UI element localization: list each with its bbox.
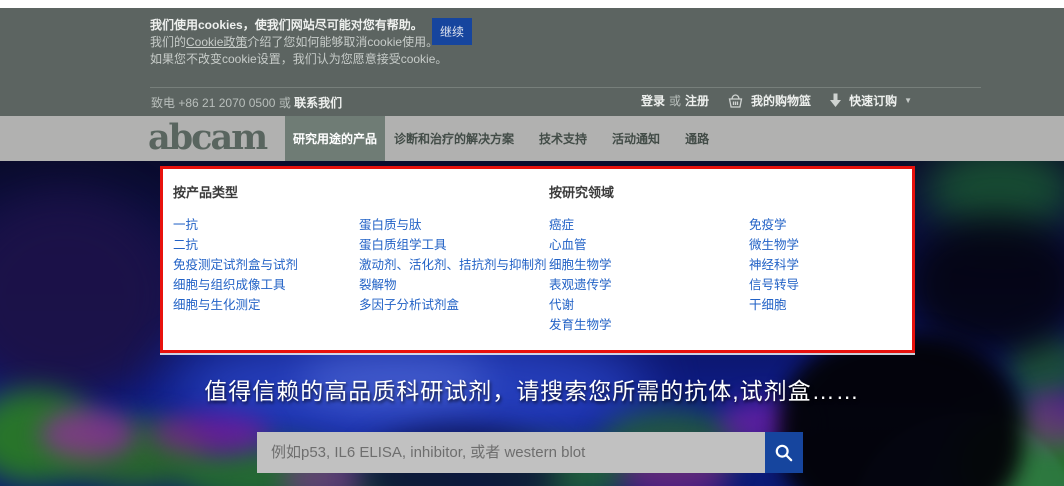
research-links-column-2: 免疫学 微生物学 神经科学 信号转导 干细胞 — [749, 215, 799, 315]
menu-link-developmental-biology[interactable]: 发育生物学 — [549, 315, 612, 335]
bg-blob — [40, 409, 135, 459]
login-link[interactable]: 登录 — [641, 92, 665, 109]
abcam-logo[interactable]: abcam — [148, 116, 266, 161]
register-link[interactable]: 注册 — [685, 92, 709, 109]
cookie-line-1: 我们使用cookies，使我们网站尽可能对您有帮助。 — [150, 17, 447, 34]
my-basket-link[interactable]: 我的购物篮 — [751, 92, 811, 109]
contact-us-link[interactable]: 联系我们 — [294, 96, 342, 110]
products-mega-menu: 按产品类型 一抗 二抗 免疫测定试剂盒与试剂 细胞与组织成像工具 细胞与生化测定… — [160, 166, 915, 353]
menu-link-epigenetics[interactable]: 表观遗传学 — [549, 275, 612, 295]
menu-link-secondary-antibodies[interactable]: 二抗 — [173, 235, 298, 255]
research-links-column-1: 癌症 心血管 细胞生物学 表观遗传学 代谢 发育生物学 — [549, 215, 612, 335]
menu-link-proteomics-tools[interactable]: 蛋白质组学工具 — [359, 235, 547, 255]
contact-phone-line: 致电 +86 21 2070 0500 或 联系我们 — [151, 94, 342, 111]
by-research-area-heading: 按研究领域 — [549, 182, 614, 201]
search-bar — [257, 432, 803, 473]
search-input[interactable] — [257, 432, 765, 473]
basket-icon[interactable] — [727, 93, 744, 109]
hero-tagline: 值得信赖的高品质科研试剂，请搜索您所需的抗体,试剂盒…… — [0, 372, 1064, 406]
menu-link-immunology[interactable]: 免疫学 — [749, 215, 799, 235]
menu-link-primary-antibodies[interactable]: 一抗 — [173, 215, 298, 235]
product-links-column-2: 蛋白质与肽 蛋白质组学工具 激动剂、活化剂、拮抗剂与抑制剂 裂解物 多因子分析试… — [359, 215, 547, 315]
menu-link-immunoassay-kits[interactable]: 免疫测定试剂盒与试剂 — [173, 255, 298, 275]
nav-item-technical-support[interactable]: 技术支持 — [531, 116, 595, 161]
menu-link-cell-tissue-imaging[interactable]: 细胞与组织成像工具 — [173, 275, 298, 295]
nav-item-pathways[interactable]: 通路 — [677, 116, 717, 161]
product-links-column-1: 一抗 二抗 免疫测定试剂盒与试剂 细胞与组织成像工具 细胞与生化测定 — [173, 215, 298, 315]
menu-link-metabolism[interactable]: 代谢 — [549, 295, 612, 315]
search-button[interactable] — [765, 432, 803, 473]
cookie-continue-button[interactable]: 继续 — [432, 18, 472, 45]
nav-item-diagnostic-therapeutic-solutions[interactable]: 诊断和治疗的解决方案 — [386, 116, 522, 161]
site-header: abcam 研究用途的产品 诊断和治疗的解决方案 技术支持 活动通知 通路 — [0, 116, 1064, 161]
phone-number: +86 21 2070 0500 — [178, 96, 275, 110]
quick-order-download-icon[interactable] — [829, 93, 842, 108]
nav-item-events[interactable]: 活动通知 — [604, 116, 668, 161]
menu-link-cardiovascular[interactable]: 心血管 — [549, 235, 612, 255]
menu-link-stem-cells[interactable]: 干细胞 — [749, 295, 799, 315]
cookie-line-2: 我们的Cookie政策介绍了您如何能够取消cookie使用。 — [150, 34, 447, 51]
menu-link-neuroscience[interactable]: 神经科学 — [749, 255, 799, 275]
menu-link-proteins-peptides[interactable]: 蛋白质与肽 — [359, 215, 547, 235]
caret-down-icon: ▼ — [904, 96, 912, 105]
menu-link-microbiology[interactable]: 微生物学 — [749, 235, 799, 255]
menu-link-cell-biochemical-assays[interactable]: 细胞与生化测定 — [173, 295, 298, 315]
account-utility-links: 登录 或 注册 我的购物篮 快速订购 ▼ — [641, 92, 912, 109]
menu-link-cancer[interactable]: 癌症 — [549, 215, 612, 235]
bg-blob — [150, 413, 270, 455]
cookie-banner: 我们使用cookies，使我们网站尽可能对您有帮助。 我们的Cookie政策介绍… — [0, 8, 1064, 116]
search-icon — [774, 443, 794, 463]
cookie-line-3: 如果您不改变cookie设置，我们认为您愿意接受cookie。 — [150, 51, 447, 68]
quick-order-link[interactable]: 快速订购 — [849, 92, 897, 109]
by-product-type-heading: 按产品类型 — [173, 182, 238, 201]
cookie-policy-link[interactable]: Cookie政策 — [186, 35, 247, 49]
nav-item-products-for-research[interactable]: 研究用途的产品 — [285, 116, 385, 161]
menu-link-cell-biology[interactable]: 细胞生物学 — [549, 255, 612, 275]
main-nav: 研究用途的产品 诊断和治疗的解决方案 技术支持 活动通知 通路 — [285, 116, 726, 161]
utility-bar-divider — [150, 87, 981, 88]
menu-link-signal-transduction[interactable]: 信号转导 — [749, 275, 799, 295]
menu-link-multiplex-assay-kits[interactable]: 多因子分析试剂盒 — [359, 295, 547, 315]
bg-blob — [0, 191, 180, 401]
menu-link-lysates[interactable]: 裂解物 — [359, 275, 547, 295]
bg-dark-silhouette — [778, 333, 1023, 486]
cookie-message: 我们使用cookies，使我们网站尽可能对您有帮助。 我们的Cookie政策介绍… — [150, 17, 447, 68]
menu-link-agonists-activators-antagonists-inhibitors[interactable]: 激动剂、活化剂、拮抗剂与抑制剂 — [359, 255, 547, 275]
